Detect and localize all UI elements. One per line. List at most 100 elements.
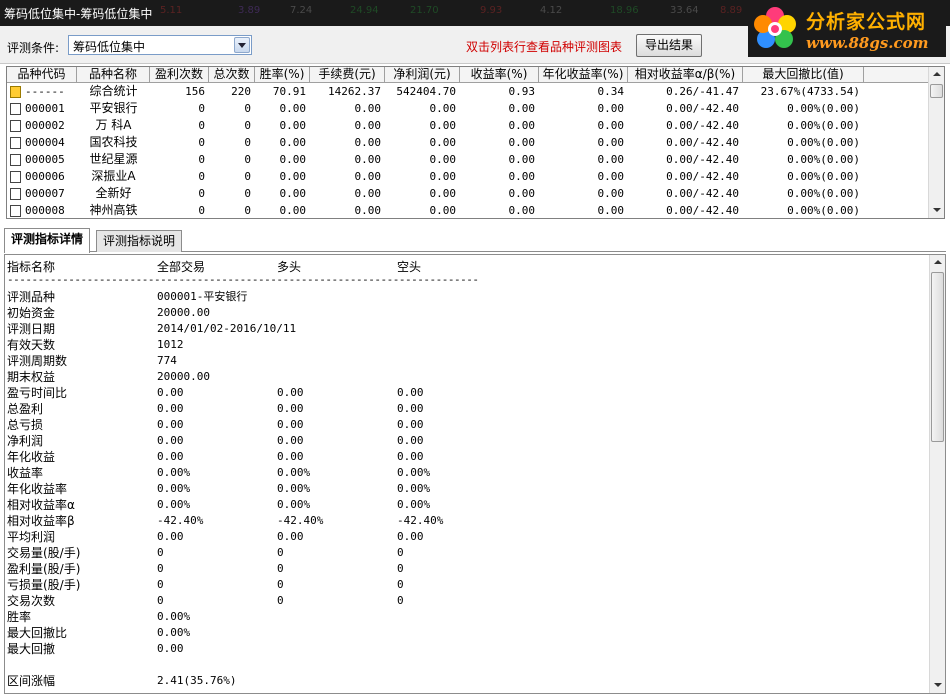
detail-label: 净利润 (7, 434, 44, 448)
detail-scrollbar[interactable] (929, 255, 945, 693)
cell-ret: 0.00 (508, 136, 536, 149)
scroll-thumb[interactable] (930, 84, 943, 98)
cell-code: 000001 (25, 102, 65, 115)
detail-label: 评测品种 (7, 290, 56, 304)
export-button[interactable]: 导出结果 (636, 34, 702, 57)
scroll-up-icon[interactable] (930, 255, 945, 271)
condition-select[interactable]: 筹码低位集中 (68, 35, 252, 55)
cell-wins: 0 (198, 187, 205, 200)
column-header-annual[interactable]: 年化收益率(%) (539, 67, 628, 83)
cell-name: 万 科A (95, 118, 132, 132)
scroll-up-icon[interactable] (929, 67, 944, 83)
cell-code: 000004 (25, 136, 65, 149)
cell-profit: 0.00 (429, 136, 457, 149)
column-header-fee[interactable]: 手续费(元) (310, 67, 385, 83)
detail-label: 区间涨幅 (7, 674, 56, 688)
detail-all: 000001-平安银行 (157, 290, 248, 303)
column-header-wins[interactable]: 盈利次数 (150, 67, 209, 83)
grid-header: 品种代码 品种名称 盈利次数 总次数 胜率(%) 手续费(元) 净利润(元) 收益率(%) 年化… (7, 67, 929, 83)
detail-line: 最大回撤比 0.00% (5, 625, 927, 641)
cell-fee: 0.00 (354, 119, 382, 132)
detail-label: 盈亏时间比 (7, 386, 68, 400)
cell-rel: 0.26/-41.47 (666, 85, 739, 98)
ticker-value: 5.11 (160, 5, 183, 16)
table-row[interactable]: ------ 综合统计 156 220 70.91 14262.37 542404.70 0.… (7, 83, 929, 100)
detail-all: 0.00% (157, 466, 191, 479)
cell-ret: 0.00 (508, 119, 536, 132)
table-row[interactable]: 000004 国农科技 0 0 0.00 0.00 0.00 0.00 0.00 0.00/-42… (7, 134, 929, 151)
chevron-down-icon[interactable] (234, 37, 250, 53)
cell-fee: 0.00 (354, 153, 382, 166)
document-icon (10, 171, 21, 183)
detail-all: 0.00 (157, 402, 184, 415)
column-header-rel[interactable]: 相对收益率α/β(%) (628, 67, 743, 83)
grid-scrollbar[interactable] (928, 67, 944, 218)
table-row[interactable]: 000008 神州高铁 0 0 0.00 0.00 0.00 0.00 0.00 0.00/-42… (7, 202, 929, 218)
column-header-profit[interactable]: 净利润(元) (385, 67, 460, 83)
cell-wins: 156 (185, 85, 205, 98)
cell-drawdown: 0.00%(0.00) (787, 204, 860, 217)
cell-wins: 0 (198, 204, 205, 217)
cell-name: 全新好 (95, 186, 132, 200)
cell-code: 000008 (25, 204, 65, 217)
column-header-drawdown[interactable]: 最大回撤比(值) (743, 67, 864, 83)
cell-wins: 0 (198, 170, 205, 183)
scroll-down-icon[interactable] (929, 202, 944, 218)
detail-short: 0 (397, 594, 404, 607)
cell-profit: 0.00 (429, 170, 457, 183)
ticker-value: 7.24 (290, 5, 313, 16)
detail-long: -42.40% (277, 514, 324, 527)
detail-all: 0.00 (157, 530, 184, 543)
table-row[interactable]: 000002 万 科A 0 0 0.00 0.00 0.00 0.00 0.00 0.00/-42… (7, 117, 929, 134)
cell-ret: 0.00 (508, 153, 536, 166)
cell-drawdown: 0.00%(0.00) (787, 119, 860, 132)
column-header-total[interactable]: 总次数 (209, 67, 255, 83)
cell-total: 0 (244, 102, 251, 115)
table-row[interactable]: 000007 全新好 0 0 0.00 0.00 0.00 0.00 0.00 0.00/-42.… (7, 185, 929, 202)
tab-explanation[interactable]: 评测指标说明 (96, 230, 183, 252)
cell-winrate: 0.00 (279, 102, 307, 115)
detail-long: 0 (277, 578, 284, 591)
detail-label: 交易量(股/手) (7, 546, 81, 560)
detail-line: 有效天数 1012 (5, 337, 927, 353)
document-icon (10, 103, 21, 115)
logo-url-text: www.88gs.com (806, 34, 929, 52)
ticker-value: 18.96 (610, 5, 639, 16)
ticker-value: 8.89 (720, 5, 743, 16)
column-header-code[interactable]: 品种代码 (7, 67, 77, 83)
detail-all: 0.00 (157, 450, 184, 463)
document-icon (10, 205, 21, 217)
detail-line: 收益率 0.00% 0.00% 0.00% (5, 465, 927, 481)
column-header-ret[interactable]: 收益率(%) (460, 67, 539, 83)
detail-long: 0.00 (277, 418, 304, 431)
cell-fee: 0.00 (354, 187, 382, 200)
cell-drawdown: 0.00%(0.00) (787, 136, 860, 149)
detail-label: 相对收益率β (7, 514, 75, 528)
detail-short: 0 (397, 562, 404, 575)
detail-all: 0.00 (157, 386, 184, 399)
cell-rel: 0.00/-42.40 (666, 187, 739, 200)
detail-line: 盈利量(股/手) 0 0 0 (5, 561, 927, 577)
detail-line: 交易量(股/手) 0 0 0 (5, 545, 927, 561)
detail-short: 0.00% (397, 466, 431, 479)
column-header-winrate[interactable]: 胜率(%) (255, 67, 310, 83)
cell-winrate: 0.00 (279, 170, 307, 183)
detail-line: 相对收益率β -42.40% -42.40% -42.40% (5, 513, 927, 529)
cell-winrate: 0.00 (279, 119, 307, 132)
table-row[interactable]: 000005 世纪星源 0 0 0.00 0.00 0.00 0.00 0.00 0.00/-42… (7, 151, 929, 168)
detail-short: 0.00 (397, 418, 424, 431)
table-row[interactable]: 000006 深振业A 0 0 0.00 0.00 0.00 0.00 0.00 0.00/-42… (7, 168, 929, 185)
column-header-name[interactable]: 品种名称 (77, 67, 150, 83)
document-icon (10, 188, 21, 200)
detail-short: 0.00% (397, 482, 431, 495)
scroll-thumb[interactable] (931, 272, 944, 442)
detail-all: 0.00 (157, 642, 184, 655)
detail-long: 0.00% (277, 482, 311, 495)
detail-line: 期末权益 20000.00 (5, 369, 927, 385)
scroll-down-icon[interactable] (930, 677, 945, 693)
table-row[interactable]: 000001 平安银行 0 0 0.00 0.00 0.00 0.00 0.00 0.00/-42… (7, 100, 929, 117)
detail-all: 0.00% (157, 482, 191, 495)
tab-detail[interactable]: 评测指标详情 (4, 228, 91, 253)
cell-total: 220 (231, 85, 251, 98)
cell-drawdown: 0.00%(0.00) (787, 187, 860, 200)
